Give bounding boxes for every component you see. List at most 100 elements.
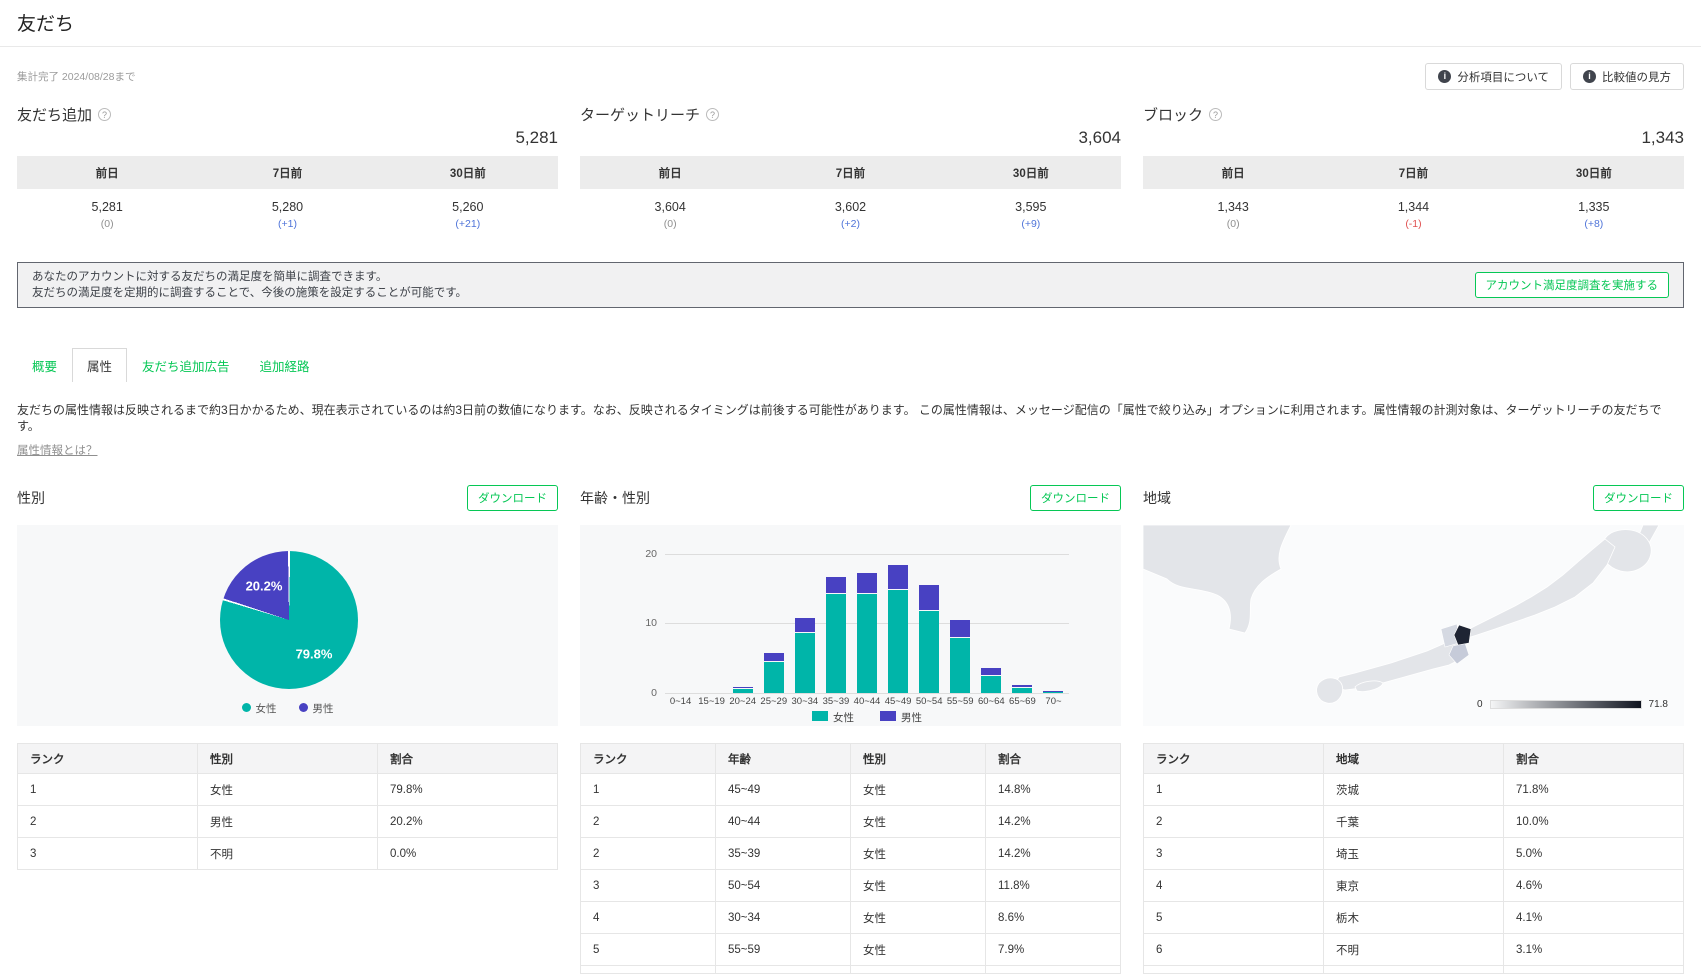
help-icon[interactable] [706,108,719,121]
table-row: 4東京4.6% [1144,870,1684,902]
download-button-gender[interactable]: ダウンロード [467,485,558,511]
banner-line-1: あなたのアカウントに対する友だちの満足度を簡単に調査できます。 [32,269,467,285]
legend-item-male: 男性 [299,701,334,716]
bar-group [789,554,820,693]
age-gender-bars [665,554,1069,693]
bar-stack [733,687,753,693]
compare-body-row: 1,343(0)1,344(-1)1,335(+8) [1143,189,1684,242]
compare-column-label: 前日 [1143,165,1323,181]
bar-segment-female [795,633,815,693]
run-satisfaction-survey-button[interactable]: アカウント満足度調査を実施する [1475,272,1670,298]
compare-change: (0) [580,218,760,230]
section-title-gender: 性別 [17,488,45,508]
table-cell: 1 [1144,774,1324,806]
bar-stack [919,585,939,693]
bar-group [1038,554,1069,693]
table-cell: 女性 [851,806,986,838]
metric-name: ターゲットリーチ [580,104,1121,125]
kyushu-landmass [1317,678,1343,703]
table-cell: 女性 [851,870,986,902]
column-header: 性別 [198,744,378,774]
bar-segment-male [795,618,815,633]
table-cell [851,966,986,974]
metric-name: ブロック [1143,104,1684,125]
table-row: 240~44女性14.2% [581,806,1121,838]
compare-change: (+9) [941,218,1121,230]
download-button-area[interactable]: ダウンロード [1593,485,1684,511]
help-icon[interactable] [1209,108,1222,121]
table-row: 350~54女性11.8% [581,870,1121,902]
gender-pie-chart: 20.2% 79.8% 女性 男性 [17,525,558,726]
compare-header-row: 前日7日前30日前 [580,156,1121,189]
table-cell: 女性 [198,774,378,806]
table-row: 3埼玉5.0% [1144,838,1684,870]
x-axis-label: 35~39 [820,696,851,707]
table-row: 145~49女性14.8% [581,774,1121,806]
table-cell: 2 [1144,806,1324,838]
compare-column-label: 7日前 [1323,165,1503,181]
column-header: 地域 [1324,744,1504,774]
table-cell: 79.8% [378,774,558,806]
table-cell: 1 [18,774,198,806]
bar-segment-male [981,668,1001,674]
bar-segment-female [888,590,908,693]
download-button-age-gender[interactable]: ダウンロード [1030,485,1121,511]
section-title-area: 地域 [1143,488,1171,508]
table-cell: 6 [1144,934,1324,966]
compare-value: 1,343 [1143,200,1323,214]
x-axis-label: 20~24 [727,696,758,707]
table-cell: 40~44 [716,806,851,838]
analysis-items-button[interactable]: 分析項目について [1425,63,1562,90]
table-row: 2千葉10.0% [1144,806,1684,838]
table-cell: 3 [18,838,198,870]
tab-friend-add-ads[interactable]: 友だち追加広告 [127,348,245,382]
table-row-partial [581,966,1121,974]
section-title-age-gender: 年齢・性別 [580,488,650,508]
table-row: 6不明3.1% [1144,934,1684,966]
female-swatch-icon [242,703,251,712]
compare-change: (-1) [1323,218,1503,230]
bar-segment-male [888,565,908,589]
x-axis-label: 15~19 [696,696,727,707]
table-cell: 男性 [198,806,378,838]
table-row: 555~59女性7.9% [581,934,1121,966]
table-cell: 14.2% [986,838,1121,870]
tab-add-route[interactable]: 追加経路 [245,348,325,382]
table-cell [986,966,1121,974]
table-header-row: ランク地域割合 [1144,744,1684,774]
compare-column-label: 7日前 [197,165,377,181]
gender-pie [220,551,358,689]
compare-change: (+2) [760,218,940,230]
table-cell: 8.6% [986,902,1121,934]
table-cell: 2 [581,806,716,838]
table-row-partial [1144,966,1684,974]
table-row: 2男性20.2% [18,806,558,838]
table-cell: 4 [581,902,716,934]
attribute-info-link[interactable]: 属性情報とは？ [17,442,98,458]
age-gender-table: ランク年齢性別割合145~49女性14.8%240~44女性14.2%235~3… [580,743,1121,974]
table-header-row: ランク性別割合 [18,744,558,774]
bar-group [727,554,758,693]
comparison-guide-button[interactable]: 比較値の見方 [1570,63,1684,90]
table-cell: 5 [581,934,716,966]
aggregation-note: 集計完了 2024/08/28まで [17,69,135,84]
x-axis-label: 45~49 [883,696,914,707]
bar-segment-female [950,638,970,693]
table-cell: 71.8% [1504,774,1684,806]
table-cell: 4 [1144,870,1324,902]
help-icon[interactable] [98,108,111,121]
bar-segment-male [1043,691,1063,692]
compare-cell: 3,604(0) [580,200,760,230]
tab-attributes[interactable]: 属性 [72,348,127,382]
table-header-row: ランク年齢性別割合 [581,744,1121,774]
table-cell: 30~34 [716,902,851,934]
compare-value: 5,260 [378,200,558,214]
table-cell: 不明 [1324,934,1504,966]
bar-segment-male [950,620,970,637]
y-tick-0: 0 [588,687,657,699]
metric-total: 5,281 [17,128,558,150]
compare-value: 1,335 [1504,200,1684,214]
tab-overview[interactable]: 概要 [17,348,72,382]
section-head-area: 地域 ダウンロード [1143,485,1684,511]
area-table: ランク地域割合1茨城71.8%2千葉10.0%3埼玉5.0%4東京4.6%5栃木… [1143,743,1684,974]
